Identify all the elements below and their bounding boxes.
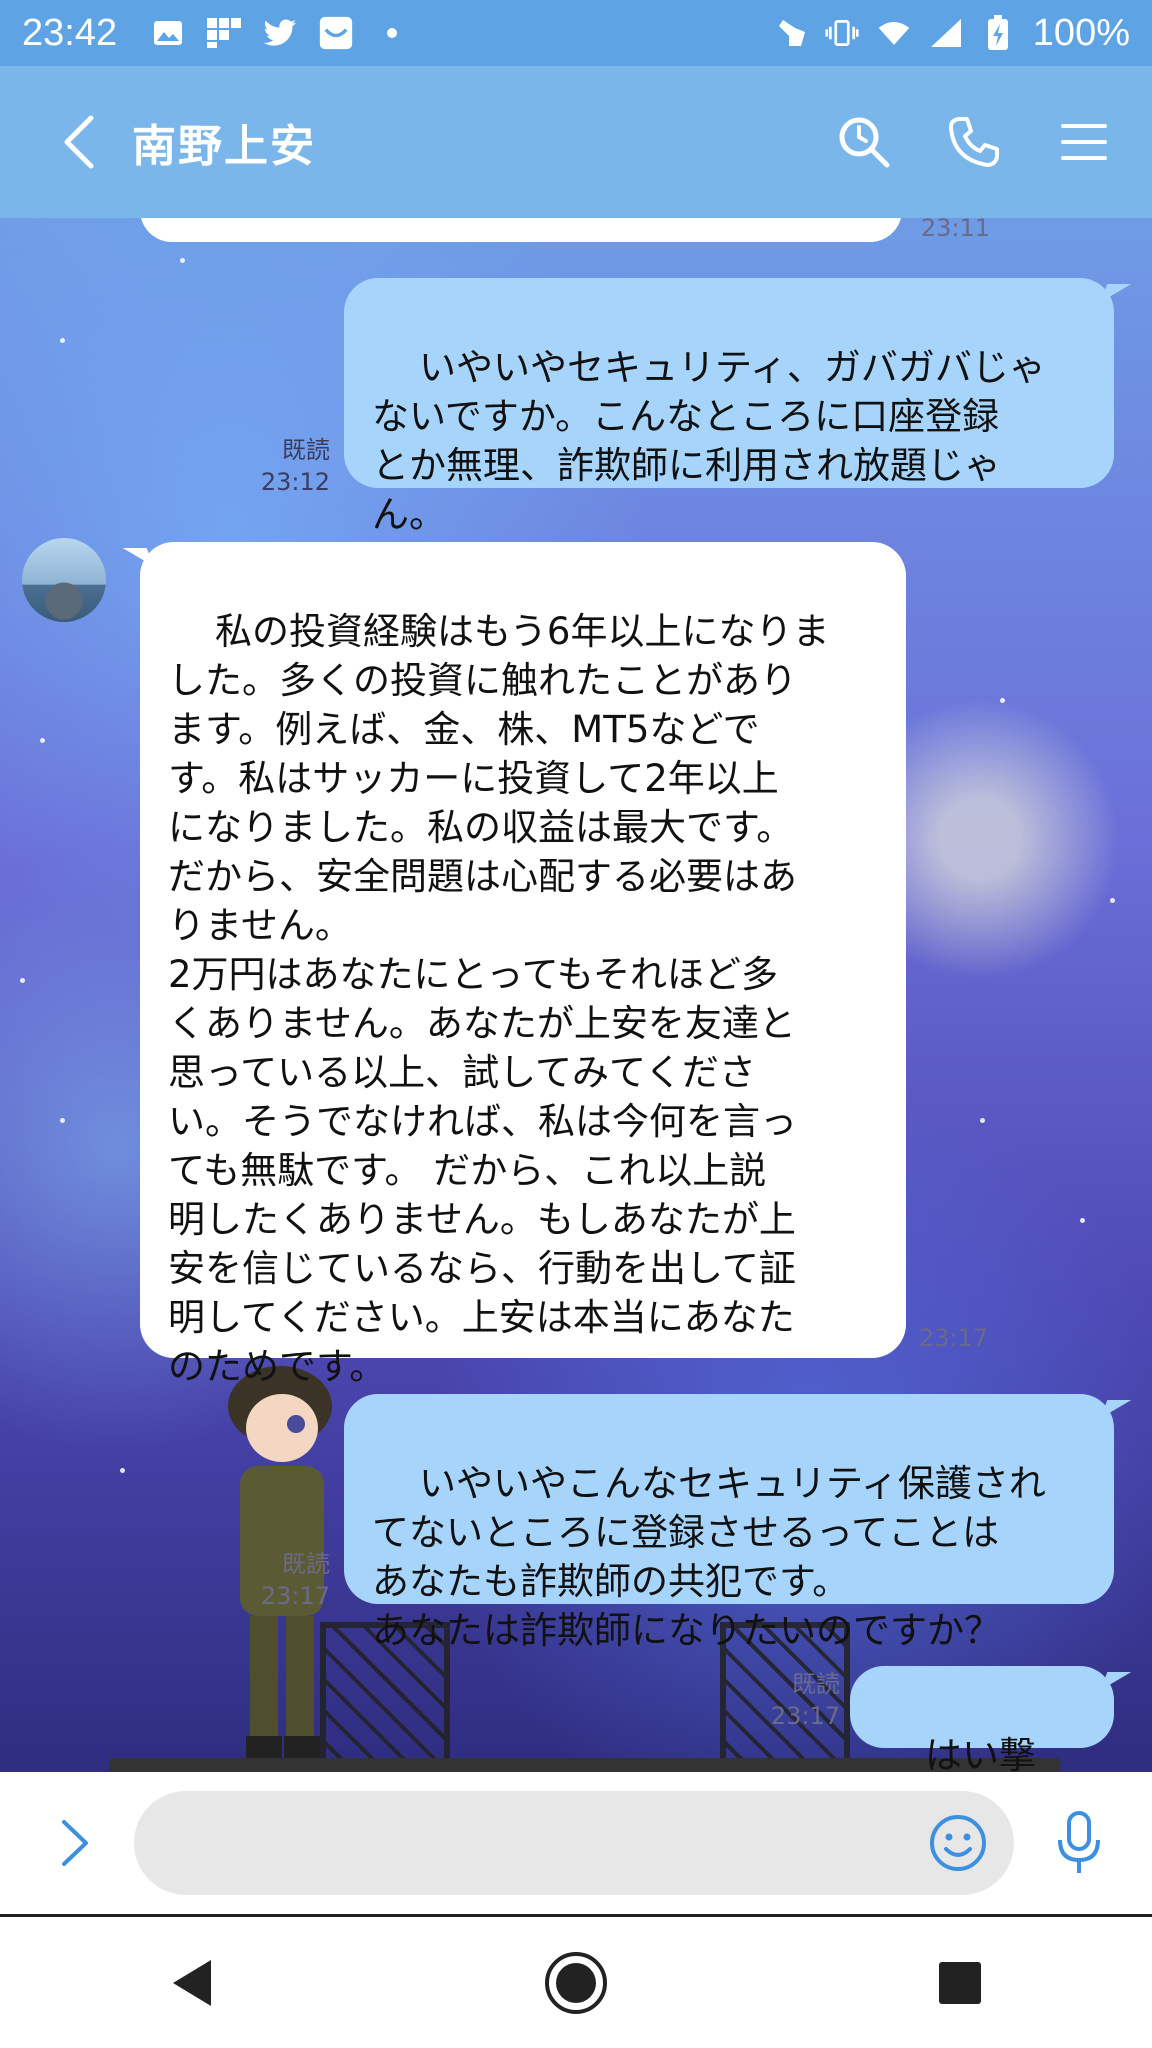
nav-back-button[interactable] — [147, 1938, 237, 2028]
message-read-status: 既読 23:12 — [250, 434, 330, 498]
vibrate-icon — [825, 16, 859, 50]
contact-avatar[interactable] — [22, 538, 106, 622]
chat-area[interactable]: 23:11 既読 23:12 いやいやセキュリティ、ガバガバじゃ ないですか。こ… — [0, 218, 1152, 1772]
nav-recents-button[interactable] — [915, 1938, 1005, 2028]
wifi-icon — [877, 16, 911, 50]
image-icon — [151, 16, 185, 50]
message-time: 23:17 — [260, 1582, 330, 1610]
call-button[interactable] — [936, 104, 1012, 180]
message-time: 23:11 — [920, 218, 990, 242]
twitter-icon — [263, 16, 297, 50]
message-bubble-outgoing[interactable]: はい撃沈！ — [850, 1666, 1114, 1772]
message-read-status: 既読 23:17 — [760, 1668, 840, 1732]
message-time: 23:12 — [260, 468, 330, 496]
flipboard-icon — [207, 16, 242, 50]
signal-icon — [929, 16, 963, 50]
back-button[interactable] — [44, 107, 114, 177]
battery-percent: 100% — [1032, 11, 1130, 54]
search-icon — [839, 117, 890, 168]
message-field[interactable] — [134, 1791, 1014, 1895]
chevron-right-icon — [62, 1820, 88, 1866]
home-circle-icon — [545, 1951, 607, 2014]
expand-button[interactable] — [40, 1808, 110, 1878]
message-input-bar — [0, 1772, 1152, 1917]
microphone-button[interactable] — [1044, 1808, 1114, 1878]
message-text: 私の投資経験はもう6年以上になりま した。多くの投資に触れたことがあり ます。例… — [168, 610, 830, 1388]
status-time: 23:42 — [22, 11, 118, 54]
search-button[interactable] — [826, 104, 902, 180]
emoji-button[interactable] — [926, 1811, 990, 1875]
nav-home-button[interactable] — [531, 1938, 621, 2028]
message-bubble-outgoing[interactable]: いやいやセキュリティ、ガバガバじゃ ないですか。こんなところに口座登録 とか無理… — [344, 278, 1114, 536]
chat-header: 南野上安 — [0, 66, 1152, 218]
message-time: 23:17 — [770, 1702, 840, 1730]
message-input[interactable] — [168, 1822, 932, 1864]
microphone-icon — [1058, 1811, 1100, 1873]
recents-square-icon — [939, 1961, 981, 2004]
message-text: いやいやこんなセキュリティ保護され てないところに登録させるってことは あなたも… — [372, 1462, 1046, 1652]
message-bubble-incoming[interactable] — [140, 218, 902, 242]
back-triangle-icon — [173, 1959, 211, 2006]
message-text: はい撃沈！ — [925, 1734, 1037, 1772]
notification-icons — [151, 16, 409, 50]
message-time: 23:17 — [918, 1324, 988, 1352]
message-bubble-outgoing[interactable]: いやいやこんなセキュリティ保護され てないところに登録させるってことは あなたも… — [344, 1394, 1114, 1652]
message-read-status: 既読 23:17 — [250, 1548, 330, 1612]
inbox-icon — [319, 16, 353, 50]
system-nav-bar — [0, 1917, 1152, 2048]
menu-icon — [1061, 124, 1107, 160]
chat-title: 南野上安 — [132, 121, 316, 172]
read-label: 既読 — [282, 1550, 330, 1578]
message-text: いやいやセキュリティ、ガバガバじゃ ないですか。こんなところに口座登録 とか無理… — [372, 346, 1046, 536]
read-label: 既読 — [282, 436, 330, 464]
battery-charging-icon — [981, 15, 1015, 50]
system-icons: 100% — [773, 12, 1130, 55]
menu-button[interactable] — [1046, 104, 1122, 180]
phone-icon — [949, 117, 999, 167]
dot-icon — [375, 16, 409, 50]
smiley-icon — [930, 1815, 986, 1871]
gesture-icon — [773, 16, 807, 50]
message-bubble-incoming[interactable]: 私の投資経験はもう6年以上になりま した。多くの投資に触れたことがあり ます。例… — [140, 542, 906, 1388]
header-actions — [826, 104, 1122, 180]
read-label: 既読 — [792, 1670, 840, 1698]
chevron-left-icon — [64, 115, 94, 169]
status-bar: 23:42 100% — [0, 0, 1152, 66]
